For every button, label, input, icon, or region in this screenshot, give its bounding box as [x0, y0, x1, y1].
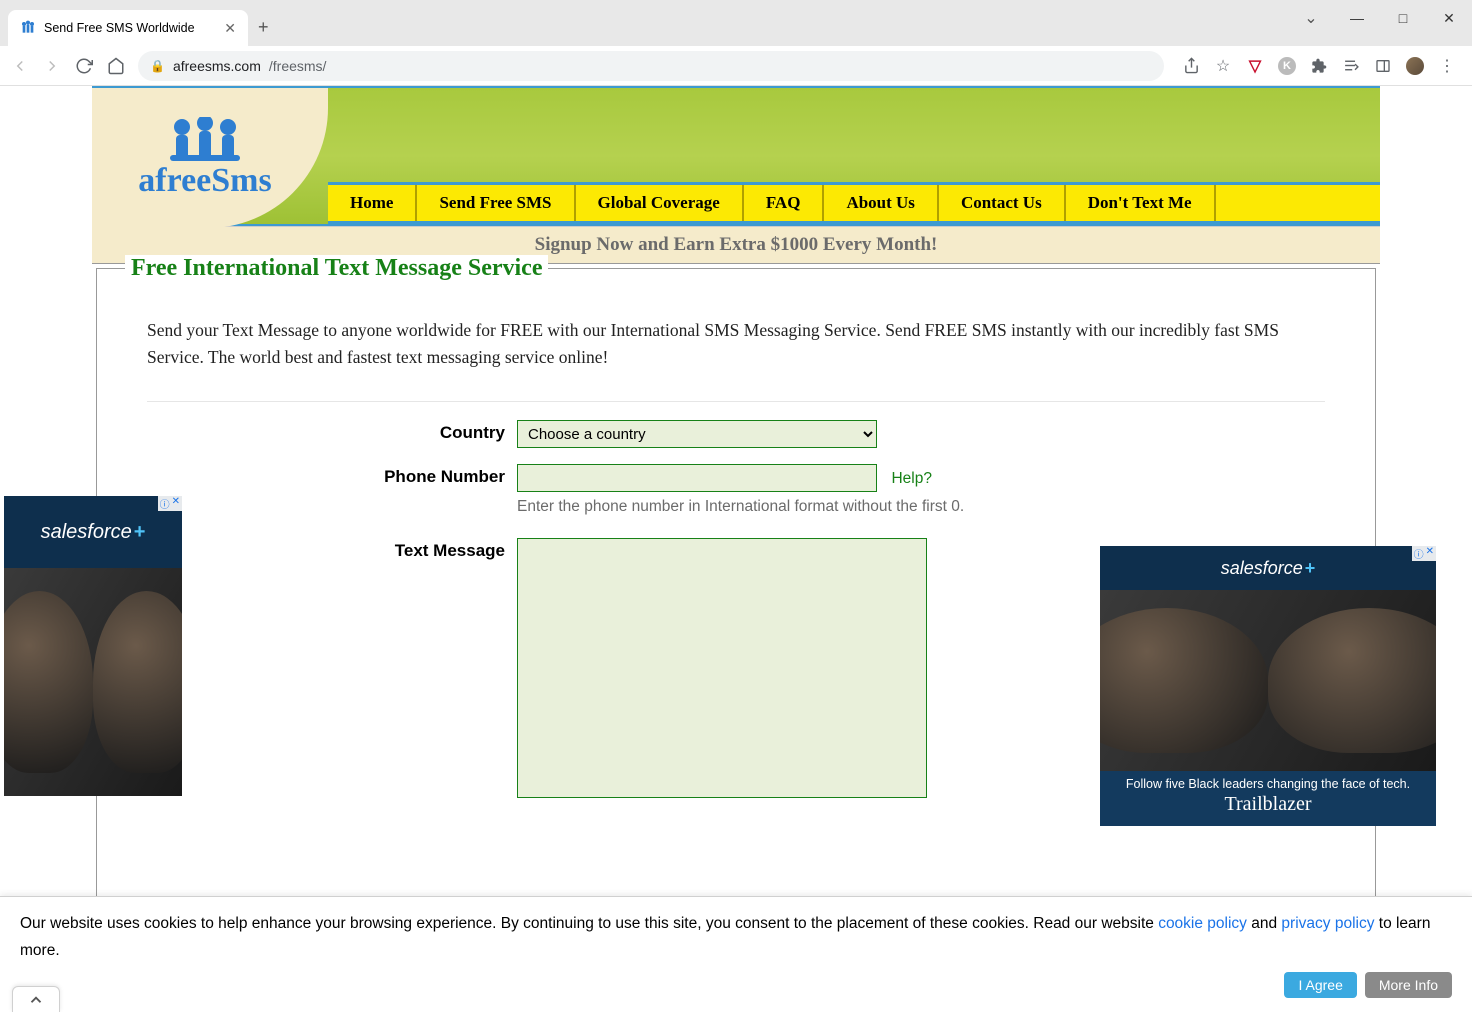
- lock-icon: 🔒: [150, 59, 165, 73]
- back-button[interactable]: [10, 56, 30, 76]
- cookie-consent-bar: Our website uses cookies to help enhance…: [0, 896, 1472, 1012]
- menu-icon[interactable]: ⋮: [1438, 57, 1456, 75]
- cookie-more-info-button[interactable]: More Info: [1365, 972, 1452, 998]
- url-host: afreesms.com: [173, 58, 261, 74]
- url-path: /freesms/: [269, 58, 327, 74]
- ad-sidebar-left[interactable]: ⓘ✕ salesforce+: [4, 496, 182, 796]
- close-tab-icon[interactable]: ✕: [224, 20, 236, 37]
- close-window-button[interactable]: ✕: [1426, 10, 1472, 27]
- home-button[interactable]: [106, 56, 126, 76]
- mcafee-extension-icon[interactable]: ▽: [1246, 57, 1264, 75]
- tab-search-icon[interactable]: ⌄: [1288, 8, 1334, 28]
- profile-avatar[interactable]: [1406, 57, 1424, 75]
- tab-title: Send Free SMS Worldwide: [44, 21, 195, 35]
- adchoices-icon[interactable]: ⓘ✕: [158, 496, 182, 511]
- window-controls: ⌄ — □ ✕: [1288, 0, 1472, 36]
- help-link[interactable]: Help?: [891, 470, 932, 487]
- share-icon[interactable]: [1182, 57, 1200, 75]
- nav-global-coverage[interactable]: Global Coverage: [576, 185, 744, 221]
- phone-hint: Enter the phone number in International …: [517, 498, 964, 516]
- country-label: Country: [147, 420, 517, 443]
- nav-about-us[interactable]: About Us: [824, 185, 939, 221]
- message-textarea[interactable]: [517, 538, 927, 798]
- browser-toolbar: 🔒 afreesms.com/freesms/ ☆ ▽ K ⋮: [0, 46, 1472, 86]
- browser-titlebar: Send Free SMS Worldwide ✕ + ⌄ — □ ✕: [0, 0, 1472, 46]
- favicon-icon: [20, 20, 36, 36]
- message-label: Text Message: [147, 538, 517, 561]
- page-viewport: afreeSms Home Send Free SMS Global Cover…: [0, 86, 1472, 902]
- forward-button[interactable]: [42, 56, 62, 76]
- extension-k-icon[interactable]: K: [1278, 57, 1296, 75]
- site-header: afreeSms Home Send Free SMS Global Cover…: [92, 86, 1380, 226]
- country-select[interactable]: Choose a country: [517, 420, 877, 448]
- bookmark-icon[interactable]: ☆: [1214, 57, 1232, 75]
- reload-button[interactable]: [74, 56, 94, 76]
- nav-faq[interactable]: FAQ: [744, 185, 825, 221]
- main-nav: Home Send Free SMS Global Coverage FAQ A…: [328, 182, 1380, 224]
- extensions-icon[interactable]: [1310, 57, 1328, 75]
- nav-home[interactable]: Home: [328, 185, 417, 221]
- site-logo[interactable]: afreeSms: [92, 88, 328, 228]
- phone-label: Phone Number: [147, 464, 517, 487]
- logo-people-icon: [160, 117, 250, 163]
- phone-input[interactable]: [517, 464, 877, 492]
- ad-sidebar-right[interactable]: ⓘ✕ salesforce+ Follow five Black leaders…: [1100, 546, 1436, 826]
- expand-caret-button[interactable]: [12, 986, 60, 1012]
- maximize-button[interactable]: □: [1380, 10, 1426, 26]
- toolbar-right-icons: ☆ ▽ K ⋮: [1176, 57, 1462, 75]
- adchoices-icon[interactable]: ⓘ✕: [1412, 546, 1436, 561]
- ad-image: [4, 568, 182, 796]
- cookie-policy-link[interactable]: cookie policy: [1158, 915, 1247, 932]
- ad-image: [1100, 590, 1436, 771]
- new-tab-button[interactable]: +: [258, 17, 269, 38]
- minimize-button[interactable]: —: [1334, 10, 1380, 26]
- page-title: Free International Text Message Service: [125, 255, 548, 282]
- nav-send-free-sms[interactable]: Send Free SMS: [417, 185, 575, 221]
- reading-list-icon[interactable]: [1342, 57, 1360, 75]
- privacy-policy-link[interactable]: privacy policy: [1281, 915, 1374, 932]
- nav-dont-text-me[interactable]: Don't Text Me: [1066, 185, 1216, 221]
- address-bar[interactable]: 🔒 afreesms.com/freesms/: [138, 51, 1164, 81]
- nav-contact-us[interactable]: Contact Us: [939, 185, 1066, 221]
- side-panel-icon[interactable]: [1374, 57, 1392, 75]
- browser-tab[interactable]: Send Free SMS Worldwide ✕: [8, 10, 248, 46]
- intro-text: Send your Text Message to anyone worldwi…: [147, 317, 1325, 371]
- cookie-agree-button[interactable]: I Agree: [1284, 972, 1356, 998]
